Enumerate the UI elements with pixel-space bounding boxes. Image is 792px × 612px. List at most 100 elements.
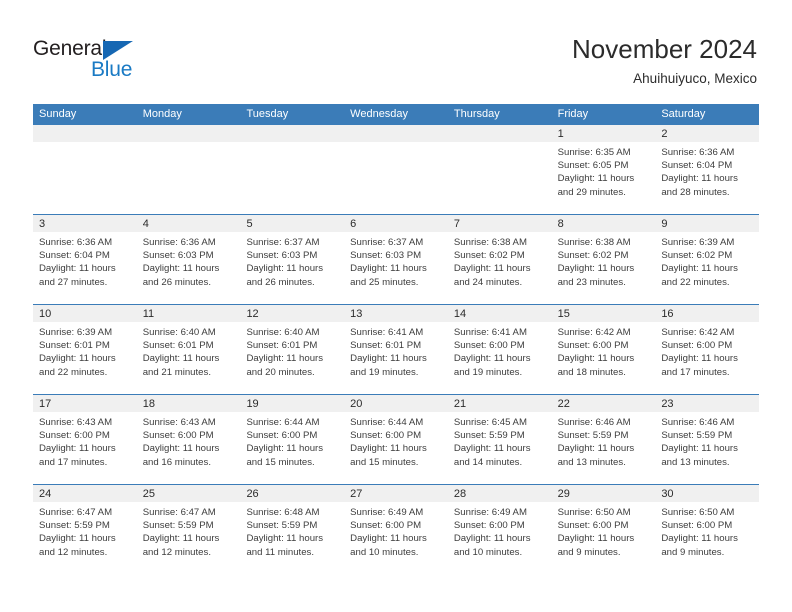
day-cell[interactable]: 20 Sunrise: 6:44 AM Sunset: 6:00 PM Dayl… [344, 395, 448, 484]
day-number: 16 [655, 305, 760, 322]
sunrise-text: Sunrise: 6:47 AM [39, 507, 113, 518]
day-cell[interactable]: 9 Sunrise: 6:39 AM Sunset: 6:02 PM Dayli… [655, 215, 760, 304]
day-cell[interactable]: 30 Sunrise: 6:50 AM Sunset: 6:00 PM Dayl… [655, 485, 760, 574]
logo-text-blue: Blue [91, 58, 133, 81]
sunrise-text: Sunrise: 6:43 AM [142, 417, 216, 428]
day-cell[interactable]: 12 Sunrise: 6:40 AM Sunset: 6:01 PM Dayl… [240, 305, 345, 394]
sunrise-text: Sunrise: 6:47 AM [142, 507, 216, 518]
sunset-text: Sunset: 6:00 PM [661, 520, 733, 532]
day-cell[interactable]: 27 Sunrise: 6:49 AM Sunset: 6:00 PM Dayl… [344, 485, 448, 574]
daylight-text-line2: and 10 minutes. [453, 546, 523, 558]
day-cell[interactable]: 18 Sunrise: 6:43 AM Sunset: 6:00 PM Dayl… [136, 395, 241, 484]
day-details: Sunrise: 6:47 AM Sunset: 5:59 PM Dayligh… [137, 502, 241, 559]
day-cell[interactable]: 8 Sunrise: 6:38 AM Sunset: 6:02 PM Dayli… [551, 215, 656, 304]
day-details: Sunrise: 6:49 AM Sunset: 6:00 PM Dayligh… [448, 502, 552, 559]
day-cell[interactable]: 17 Sunrise: 6:43 AM Sunset: 6:00 PM Dayl… [33, 395, 137, 484]
day-number: 10 [33, 305, 137, 322]
day-cell[interactable]: 25 Sunrise: 6:47 AM Sunset: 5:59 PM Dayl… [136, 485, 241, 574]
generalblue-logo[interactable]: General Blue [33, 37, 213, 87]
daylight-text-line1: Daylight: 11 hours [142, 443, 220, 455]
day-number: 6 [344, 215, 448, 232]
daylight-text-line2: and 24 minutes. [453, 276, 523, 288]
daylight-text-line1: Daylight: 11 hours [39, 533, 116, 545]
daylight-text-line2: and 23 minutes. [557, 276, 626, 288]
day-cell[interactable]: 14 Sunrise: 6:41 AM Sunset: 6:00 PM Dayl… [447, 305, 552, 394]
daylight-text-line1: Daylight: 11 hours [350, 263, 427, 275]
sunset-text: Sunset: 6:01 PM [246, 340, 318, 352]
day-cell[interactable]: 10 Sunrise: 6:39 AM Sunset: 6:01 PM Dayl… [33, 305, 137, 394]
weekday-header-saturday: Saturday [661, 108, 706, 120]
day-cell[interactable]: 26 Sunrise: 6:48 AM Sunset: 5:59 PM Dayl… [240, 485, 345, 574]
day-cell[interactable]: 21 Sunrise: 6:45 AM Sunset: 5:59 PM Dayl… [447, 395, 552, 484]
daylight-text-line1: Daylight: 11 hours [39, 353, 116, 365]
day-cell[interactable]: 4 Sunrise: 6:36 AM Sunset: 6:03 PM Dayli… [136, 215, 241, 304]
sunrise-text: Sunrise: 6:46 AM [661, 417, 735, 428]
weekday-header-row: Sunday Monday Tuesday Wednesday Thursday… [33, 104, 759, 125]
sunset-text: Sunset: 6:03 PM [246, 250, 318, 262]
sunset-text: Sunset: 6:00 PM [453, 520, 525, 532]
daylight-text-line1: Daylight: 11 hours [661, 443, 738, 455]
day-cell[interactable]: 2 Sunrise: 6:36 AM Sunset: 6:04 PM Dayli… [655, 125, 760, 214]
day-cell[interactable]: 3 Sunrise: 6:36 AM Sunset: 6:04 PM Dayli… [33, 215, 137, 304]
day-cell[interactable]: 16 Sunrise: 6:42 AM Sunset: 6:00 PM Dayl… [655, 305, 760, 394]
day-number: 5 [240, 215, 345, 232]
day-cell[interactable]: 15 Sunrise: 6:42 AM Sunset: 6:00 PM Dayl… [551, 305, 656, 394]
day-number: 22 [551, 395, 656, 412]
daylight-text-line1: Daylight: 11 hours [246, 533, 324, 545]
daylight-text-line2: and 20 minutes. [246, 366, 315, 378]
day-cell[interactable]: 6 Sunrise: 6:37 AM Sunset: 6:03 PM Dayli… [344, 215, 448, 304]
daylight-text-line1: Daylight: 11 hours [39, 263, 116, 275]
day-cell[interactable]: 13 Sunrise: 6:41 AM Sunset: 6:01 PM Dayl… [344, 305, 448, 394]
day-details [240, 142, 344, 146]
day-details: Sunrise: 6:39 AM Sunset: 6:01 PM Dayligh… [33, 322, 137, 379]
day-cell[interactable]: 24 Sunrise: 6:47 AM Sunset: 5:59 PM Dayl… [33, 485, 137, 574]
day-cell[interactable]: 23 Sunrise: 6:46 AM Sunset: 5:59 PM Dayl… [655, 395, 760, 484]
week-row: 1 Sunrise: 6:35 AM Sunset: 6:05 PM Dayli… [33, 125, 760, 215]
weekday-header-tuesday: Tuesday [246, 108, 289, 120]
day-cell[interactable]: 1 Sunrise: 6:35 AM Sunset: 6:05 PM Dayli… [551, 125, 656, 214]
daylight-text-line2: and 15 minutes. [350, 456, 419, 468]
day-number: 29 [551, 485, 656, 502]
day-cell[interactable]: 22 Sunrise: 6:46 AM Sunset: 5:59 PM Dayl… [551, 395, 656, 484]
daylight-text-line1: Daylight: 11 hours [453, 263, 531, 275]
day-cell[interactable]: 29 Sunrise: 6:50 AM Sunset: 6:00 PM Dayl… [551, 485, 656, 574]
daylight-text-line2: and 9 minutes. [661, 546, 725, 558]
sunset-text: Sunset: 6:00 PM [557, 520, 629, 532]
day-cell[interactable] [344, 125, 448, 214]
day-cell[interactable]: 7 Sunrise: 6:38 AM Sunset: 6:02 PM Dayli… [447, 215, 552, 304]
sunrise-text: Sunrise: 6:44 AM [350, 417, 424, 428]
sunrise-text: Sunrise: 6:38 AM [557, 237, 631, 248]
sunset-text: Sunset: 6:01 PM [39, 340, 110, 352]
day-cell[interactable]: 11 Sunrise: 6:40 AM Sunset: 6:01 PM Dayl… [136, 305, 241, 394]
day-number: 28 [447, 485, 552, 502]
day-details: Sunrise: 6:43 AM Sunset: 6:00 PM Dayligh… [137, 412, 241, 469]
calendar-page: General Blue November 2024 Ahuihuiyuco, … [0, 0, 792, 612]
daylight-text-line2: and 17 minutes. [39, 456, 108, 468]
sunset-text: Sunset: 5:59 PM [142, 520, 214, 532]
day-cell[interactable]: 19 Sunrise: 6:44 AM Sunset: 6:00 PM Dayl… [240, 395, 345, 484]
day-details: Sunrise: 6:43 AM Sunset: 6:00 PM Dayligh… [33, 412, 137, 469]
sunrise-text: Sunrise: 6:42 AM [557, 327, 631, 338]
day-number: 18 [136, 395, 241, 412]
weekday-header-sunday: Sunday [39, 108, 77, 120]
day-cell[interactable]: 5 Sunrise: 6:37 AM Sunset: 6:03 PM Dayli… [240, 215, 345, 304]
day-number: 11 [136, 305, 241, 322]
day-details [448, 142, 552, 146]
daylight-text-line1: Daylight: 11 hours [661, 173, 738, 185]
day-cell[interactable] [240, 125, 345, 214]
sunset-text: Sunset: 6:00 PM [350, 430, 422, 442]
daylight-text-line2: and 12 minutes. [39, 546, 108, 558]
daylight-text-line2: and 13 minutes. [557, 456, 626, 468]
day-cell[interactable] [136, 125, 241, 214]
day-details [344, 142, 448, 146]
day-cell[interactable] [447, 125, 552, 214]
page-subtitle: Ahuihuiyuco, Mexico [633, 71, 757, 86]
daylight-text-line1: Daylight: 11 hours [246, 263, 324, 275]
daylight-text-line2: and 21 minutes. [142, 366, 211, 378]
day-cell[interactable] [33, 125, 137, 214]
sunset-text: Sunset: 6:00 PM [142, 430, 214, 442]
daylight-text-line2: and 22 minutes. [39, 366, 108, 378]
day-number: 8 [551, 215, 656, 232]
day-cell[interactable]: 28 Sunrise: 6:49 AM Sunset: 6:00 PM Dayl… [447, 485, 552, 574]
daylight-text-line2: and 29 minutes. [557, 186, 626, 198]
